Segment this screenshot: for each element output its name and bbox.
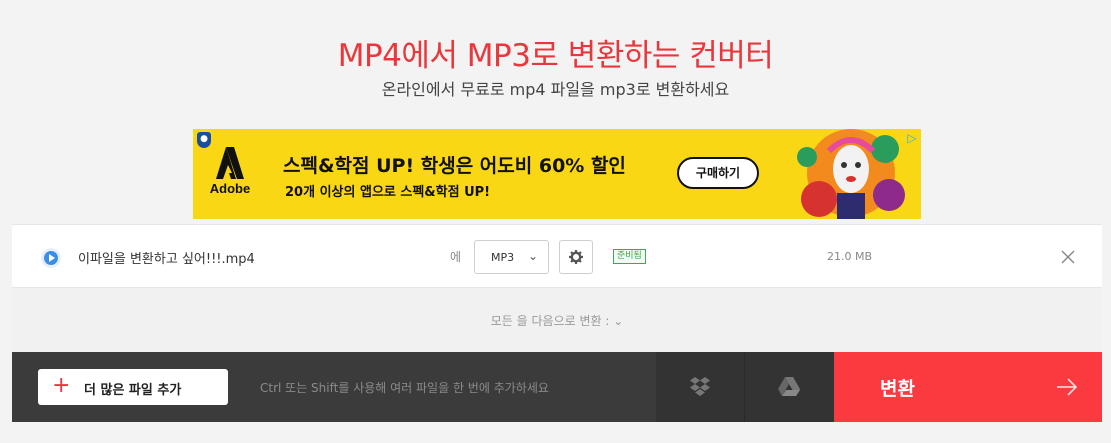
- to-label: 에: [450, 250, 462, 264]
- ad-info-icon[interactable]: ▷: [905, 131, 919, 145]
- file-size: 21.0 MB: [827, 250, 873, 263]
- file-row: 이파일을 변환하고 싶어!!!.mp4 에 MP3 ⌄ 준비됨 21.0 MB: [12, 224, 1102, 288]
- play-circle-icon: [41, 248, 61, 268]
- settings-button[interactable]: [559, 240, 593, 274]
- page-subtitle: 온라인에서 무료로 mp4 파일을 mp3로 변환하세요: [381, 80, 730, 99]
- add-more-files-label: 더 많은 파일 추가: [84, 383, 182, 398]
- ad-brand: Adobe: [209, 181, 251, 196]
- google-drive-icon: [778, 377, 800, 396]
- convert-label: 변환: [880, 378, 915, 400]
- dropbox-icon: [690, 377, 710, 396]
- convert-all-row[interactable]: 모든 을 다음으로 변환 : ⌄: [12, 289, 1102, 351]
- add-more-files-button[interactable]: + 더 많은 파일 추가: [38, 369, 228, 405]
- adobe-icon: [216, 147, 244, 179]
- convert-all-label: 모든 을 다음으로 변환 :: [490, 314, 610, 328]
- convert-button[interactable]: 변환: [834, 352, 1102, 422]
- ad-headline: 스펙&학점 UP! 학생은 어도비 60% 할인: [283, 155, 626, 177]
- remove-file-button[interactable]: [1058, 247, 1078, 267]
- multi-select-hint: Ctrl 또는 Shift를 사용해 여러 파일을 한 번에 추가하세요: [260, 381, 549, 395]
- format-value: MP3: [491, 251, 515, 264]
- gear-icon: [569, 250, 583, 264]
- status-badge: 준비됨: [613, 249, 646, 264]
- arrow-right-icon: [1057, 378, 1078, 396]
- close-icon: [1061, 250, 1075, 264]
- ad-choices-icon[interactable]: ●: [197, 132, 211, 148]
- ad-banner[interactable]: ● ▷ Adobe 스펙&학점 UP! 학생은 어도비 60% 할인 20개 이…: [193, 129, 921, 219]
- format-select[interactable]: MP3 ⌄: [474, 240, 549, 274]
- ad-buy-button[interactable]: 구매하기: [677, 157, 759, 189]
- file-name: 이파일을 변환하고 싶어!!!.mp4: [78, 252, 255, 267]
- google-drive-button[interactable]: [745, 352, 834, 422]
- adobe-logo: Adobe: [209, 147, 251, 207]
- cloud-sources: [656, 352, 834, 422]
- ad-artwork-image: [797, 129, 905, 219]
- dropbox-button[interactable]: [656, 352, 745, 422]
- chevron-down-icon: ⌄: [527, 249, 538, 263]
- action-bar: + 더 많은 파일 추가 Ctrl 또는 Shift를 사용해 여러 파일을 한…: [12, 352, 1102, 422]
- page-title: MP4에서 MP3로 변환하는 컨버터: [337, 38, 774, 74]
- convert-all-toggle[interactable]: 모든 을 다음으로 변환 : ⌄: [12, 312, 1102, 329]
- ad-subline: 20개 이상의 앱으로 스펙&학점 UP!: [285, 185, 491, 200]
- chevron-down-icon: ⌄: [613, 314, 624, 328]
- plus-icon: +: [52, 373, 71, 398]
